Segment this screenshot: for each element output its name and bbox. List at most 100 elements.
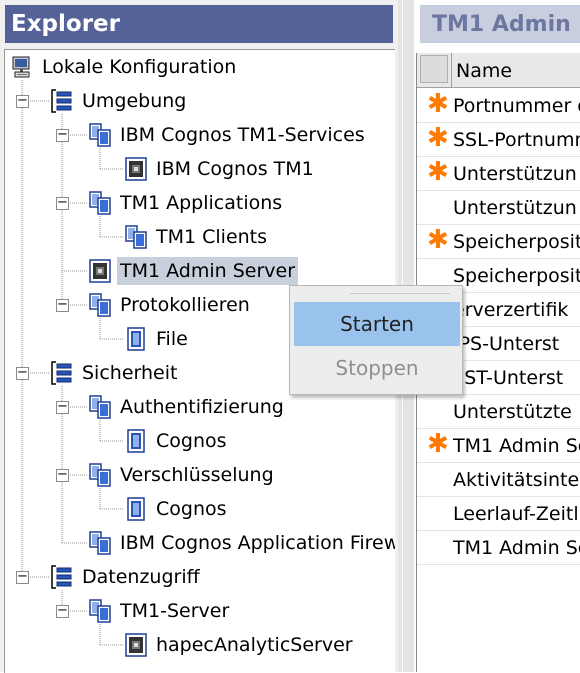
services-icon [89, 123, 117, 147]
property-row[interactable]: Unterstützte [417, 394, 580, 429]
tree-node-tm1services[interactable]: IBM Cognos TM1-Services [89, 120, 368, 150]
tree-node-cognos1[interactable]: Cognos [125, 426, 230, 456]
server-icon [125, 633, 153, 657]
tree-node-tm1server[interactable]: TM1-Server [89, 596, 232, 626]
tree-node-label: Sicherheit [82, 362, 178, 384]
tree-node-tm1apps[interactable]: TM1 Applications [89, 188, 285, 218]
required-asterisk-icon: ✱ [427, 89, 449, 119]
tree-node-label: IBM Cognos TM1 [156, 158, 314, 180]
tree-node-firewall[interactable]: IBM Cognos Application Firew [89, 528, 395, 558]
tree-node-cognostm1[interactable]: IBM Cognos TM1 [125, 154, 317, 184]
property-name: erverzertifik [453, 299, 569, 321]
property-name: IPS-Unterst [453, 333, 560, 355]
tree-node-label: File [156, 328, 188, 350]
property-name: TM1 Admin Se [453, 537, 580, 559]
property-name: Unterstützte [453, 401, 572, 423]
collapse-toggle[interactable]: − [16, 366, 29, 380]
explorer-title: Explorer [5, 5, 393, 43]
property-row[interactable]: Leerlauf-Zeitl [417, 496, 580, 531]
tree-node-umgebung[interactable]: Umgebung [51, 86, 189, 116]
tree-node-label: Cognos [156, 498, 227, 520]
property-name: Speicherposit [453, 231, 580, 253]
properties-title: TM1 Admin S [420, 5, 580, 43]
services-icon [89, 293, 117, 317]
tree-node-label: TM1 Admin Server [117, 257, 299, 285]
tree-node-label: TM1 Applications [120, 192, 283, 214]
collapse-toggle[interactable]: − [16, 570, 29, 584]
required-asterisk-icon: ✱ [427, 157, 449, 187]
tree-node-authent[interactable]: Authentifizierung [89, 392, 287, 422]
column-header-name[interactable]: Name [451, 53, 580, 87]
collapse-toggle[interactable]: − [56, 468, 69, 482]
tree-node-adminserver[interactable]: TM1 Admin Server [89, 256, 299, 286]
tree-node-datenzugriff[interactable]: Datenzugriff [51, 562, 203, 592]
tree-node-cognos2[interactable]: Cognos [125, 494, 230, 524]
collapse-toggle[interactable]: − [56, 604, 69, 618]
collapse-toggle[interactable]: − [56, 400, 69, 414]
collapse-toggle[interactable]: − [16, 94, 29, 108]
tree-node-label: Cognos [156, 430, 227, 452]
services-icon [125, 225, 153, 249]
server-icon [125, 157, 153, 181]
context-menu-item-stoppen: Stoppen [335, 356, 419, 380]
property-name: Aktivitätsinte [453, 469, 580, 491]
tree-node-label: hapecAnalyticServer [156, 634, 353, 656]
group-icon [51, 565, 79, 589]
property-name: Leerlauf-Zeitl [453, 503, 579, 525]
property-name: IIST-Unterst [453, 367, 564, 389]
services-icon [89, 531, 117, 555]
property-name: Speicherposit [453, 265, 580, 287]
collapse-toggle[interactable]: − [56, 298, 69, 312]
grid-header: Name [417, 53, 580, 88]
component-icon [125, 429, 153, 453]
services-icon [89, 463, 117, 487]
tree-node-label: IBM Cognos TM1-Services [120, 124, 365, 146]
collapse-toggle[interactable]: − [56, 128, 69, 142]
property-name: Unterstützun [453, 163, 577, 185]
property-row[interactable]: TM1 Admin Se [417, 530, 580, 565]
collapse-toggle[interactable]: − [56, 196, 69, 210]
tree-node-label: Protokollieren [120, 294, 250, 316]
property-name: Unterstützun [453, 197, 577, 219]
property-row[interactable]: ✱ SSL-Portnumm [417, 122, 580, 157]
component-icon [125, 327, 153, 351]
component-icon [125, 497, 153, 521]
grid-corner-cell[interactable] [420, 55, 448, 83]
property-row[interactable]: Unterstützun [417, 190, 580, 225]
property-name: Portnummer d [453, 95, 580, 117]
property-name: SSL-Portnumm [453, 129, 580, 151]
server-icon [89, 259, 117, 283]
computer-icon [11, 55, 39, 79]
tree-node-verschl[interactable]: Verschlüsselung [89, 460, 277, 490]
group-icon [51, 361, 79, 385]
tree-node-label: Datenzugriff [82, 566, 200, 588]
context-menu-item-starten[interactable]: Starten [294, 302, 460, 346]
context-menu: Starten Stoppen [289, 285, 463, 395]
tree-node-label: TM1-Server [120, 600, 230, 622]
tree-node-tm1clients[interactable]: TM1 Clients [125, 222, 270, 252]
tree-node-label: Umgebung [82, 90, 187, 112]
property-row[interactable]: Aktivitätsinte [417, 462, 580, 497]
tree-node-label: TM1 Clients [156, 226, 268, 248]
tree-node-label: Verschlüsselung [120, 464, 274, 486]
tree-node-file[interactable]: File [125, 324, 191, 354]
services-icon [89, 599, 117, 623]
property-row[interactable]: ✱ Speicherposit [417, 224, 580, 259]
tree-node-sicherheit[interactable]: Sicherheit [51, 358, 180, 388]
group-icon [51, 89, 79, 113]
tree-node-protokoll[interactable]: Protokollieren [89, 290, 253, 320]
property-name: TM1 Admin Se [453, 435, 580, 457]
property-row[interactable]: ✱ Unterstützun [417, 156, 580, 191]
services-icon [89, 395, 117, 419]
tree-node-lokale[interactable]: Lokale Konfiguration [11, 52, 239, 82]
tree-node-hapec[interactable]: hapecAnalyticServer [125, 630, 356, 660]
required-asterisk-icon: ✱ [427, 429, 449, 459]
required-asterisk-icon: ✱ [427, 225, 449, 255]
services-icon [89, 191, 117, 215]
property-row[interactable]: ✱ TM1 Admin Se [417, 428, 580, 463]
property-row[interactable]: ✱ Portnummer d [417, 88, 580, 123]
required-asterisk-icon: ✱ [427, 123, 449, 153]
tree-node-label: Authentifizierung [120, 396, 284, 418]
tree-node-label: IBM Cognos Application Firew [120, 532, 395, 554]
tree-node-label: Lokale Konfiguration [42, 56, 237, 78]
